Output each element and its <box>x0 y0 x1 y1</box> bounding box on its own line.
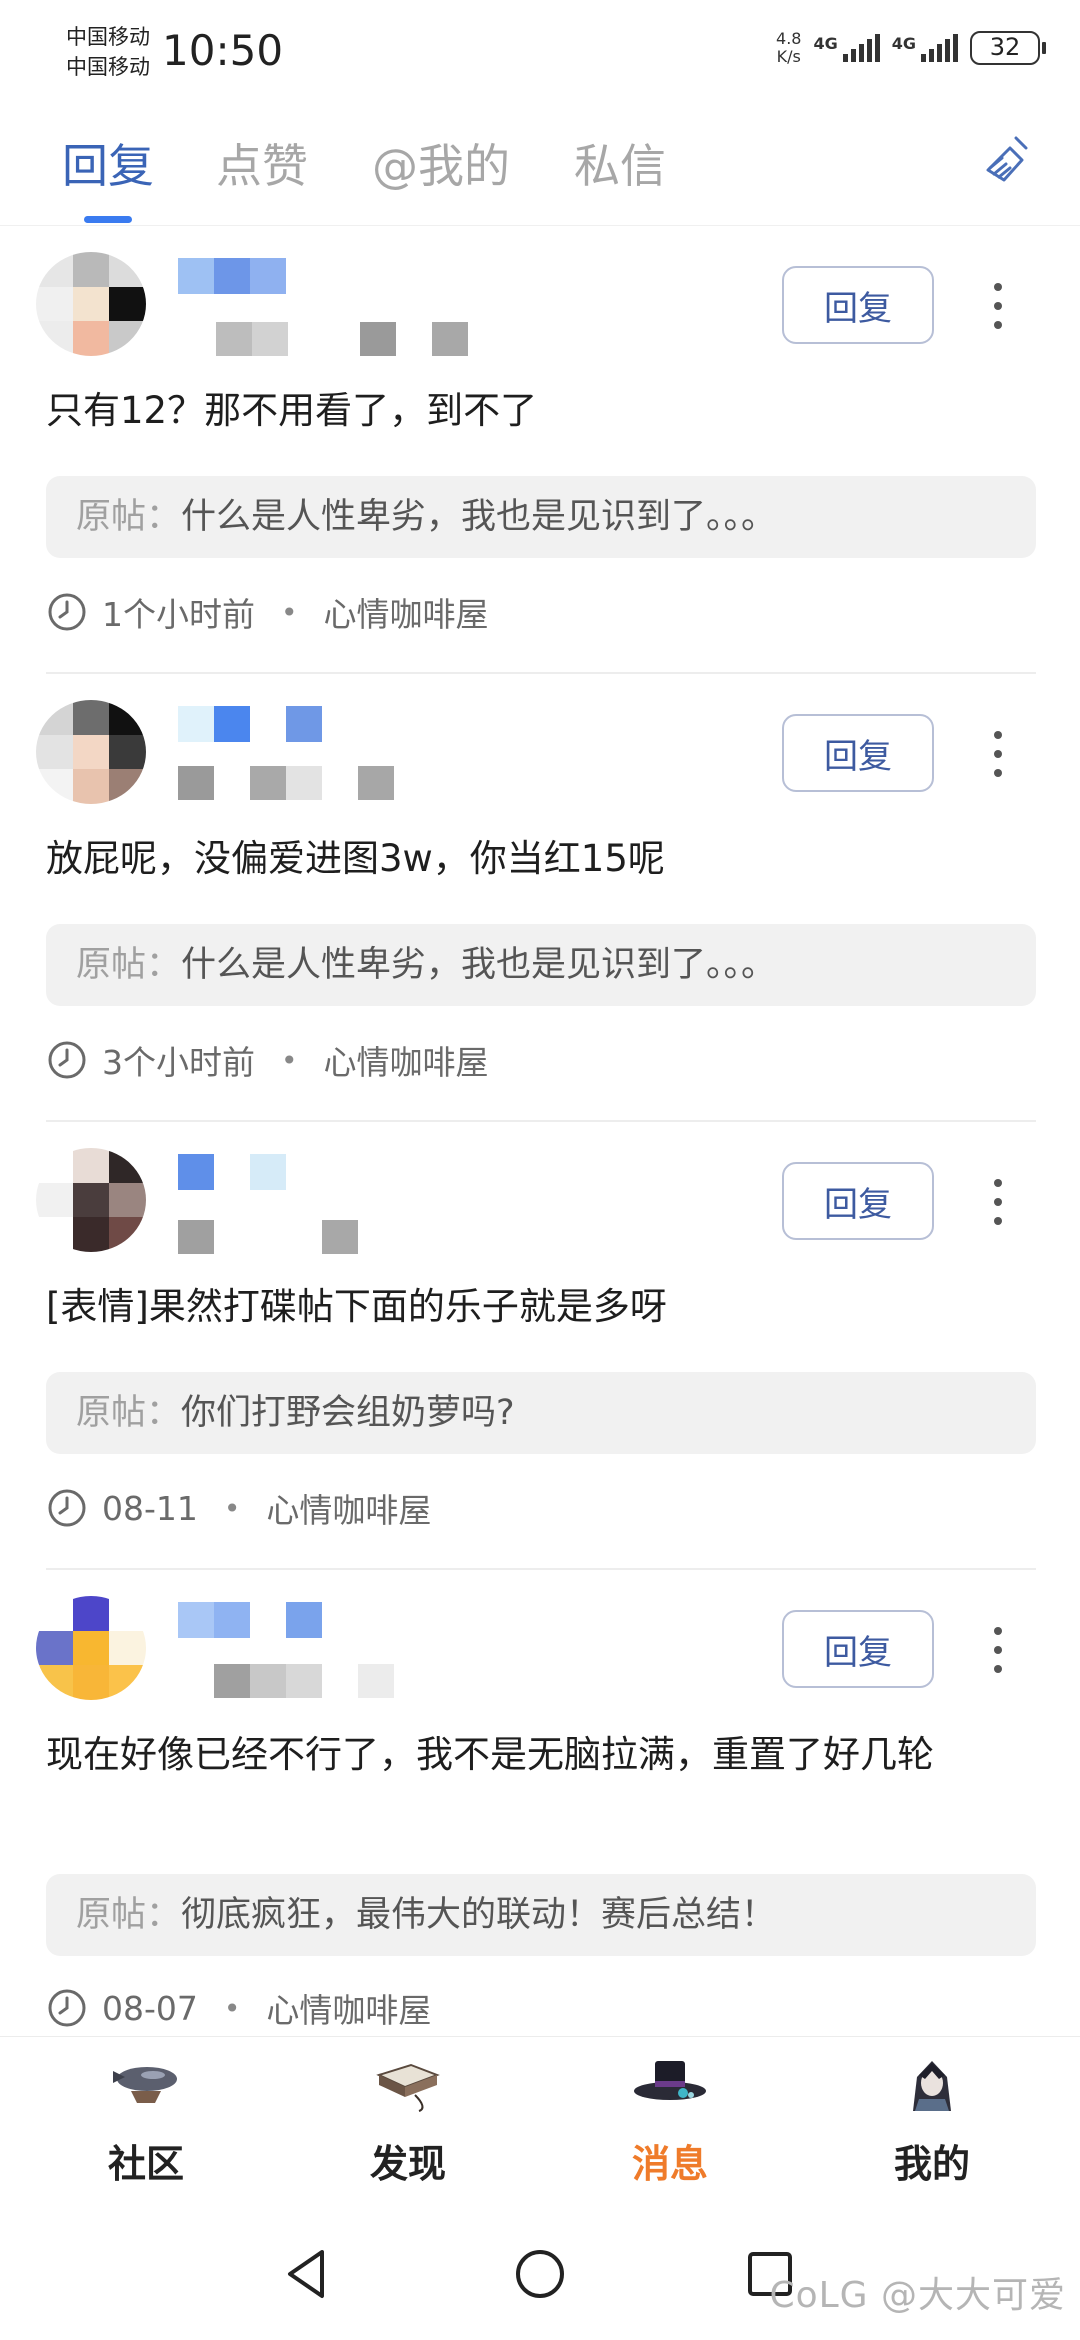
home-icon[interactable] <box>508 2242 572 2306</box>
reply-footer: 3个小时前 • 心情咖啡屋 <box>46 1036 489 1084</box>
status-bar: 中国移动 中国移动 10:50 4.8 K/s 4G 4G 32 <box>0 0 1080 108</box>
reply-item[interactable]: 回复 现在好像已经不行了，我不是无脑拉满，重置了好几轮 原帖：彻底疯狂，最伟大的… <box>0 1570 1080 2036</box>
more-options-icon[interactable] <box>978 718 1018 790</box>
broom-icon[interactable] <box>976 130 1040 194</box>
user-meta-blurred <box>214 1664 394 1698</box>
reply-content: 只有12？那不用看了，到不了 <box>46 389 538 432</box>
reply-button[interactable]: 回复 <box>782 1610 934 1688</box>
avatar[interactable] <box>36 252 146 356</box>
clock-icon <box>48 1041 86 1079</box>
reply-footer: 08-07 • 心情咖啡屋 <box>46 1984 431 2032</box>
back-icon[interactable] <box>276 2242 340 2306</box>
signal-1-icon: 4G <box>813 34 880 62</box>
character-avatar-icon <box>913 2061 951 2111</box>
reply-list: 回复 只有12？那不用看了，到不了 原帖：什么是人性卑劣，我也是见识到了。。。 … <box>0 226 1080 2036</box>
forum-name[interactable]: 心情咖啡屋 <box>324 1036 489 1084</box>
nav-discover[interactable]: 发现 <box>328 2053 488 2188</box>
clock-icon <box>48 593 86 631</box>
reply-button[interactable]: 回复 <box>782 714 934 792</box>
original-post[interactable]: 原帖：什么是人性卑劣，我也是见识到了。。。 <box>46 924 1036 1006</box>
user-meta-blurred <box>216 322 468 356</box>
avatar[interactable] <box>36 700 146 804</box>
clock-icon <box>48 1989 86 2027</box>
reply-content: 放屁呢，没偏爱进图3w，你当红15呢 <box>46 837 665 880</box>
reply-button[interactable]: 回复 <box>782 266 934 344</box>
carrier-1: 中国移动 <box>66 25 150 49</box>
username-blurred[interactable] <box>178 1602 322 1638</box>
net-speed: 4.8 K/s <box>776 29 802 66</box>
forum-name[interactable]: 心情咖啡屋 <box>266 1984 431 2032</box>
signal-2-icon: 4G <box>892 34 958 62</box>
reply-item[interactable]: 回复 放屁呢，没偏爱进图3w，你当红15呢 原帖：什么是人性卑劣，我也是见识到了… <box>0 674 1080 1124</box>
battery-icon: 32 <box>970 31 1046 65</box>
active-tab-indicator <box>84 216 132 223</box>
user-meta-blurred <box>178 766 394 800</box>
avatar[interactable] <box>36 1148 146 1252</box>
nav-mine[interactable]: 我的 <box>852 2053 1012 2188</box>
reply-time: 3个小时前 <box>102 1043 255 1082</box>
reply-item[interactable]: 回复 [表情]果然打碟帖下面的乐子就是多呀 原帖：你们打野会组奶萝吗? 08-1… <box>0 1122 1080 1572</box>
reply-item[interactable]: 回复 只有12？那不用看了，到不了 原帖：什么是人性卑劣，我也是见识到了。。。 … <box>0 226 1080 676</box>
original-post[interactable]: 原帖：什么是人性卑劣，我也是见识到了。。。 <box>46 476 1036 558</box>
tab-mention[interactable]: @我的 <box>372 130 510 196</box>
carrier-info: 中国移动 中国移动 <box>66 22 150 82</box>
reply-time: 1个小时前 <box>102 595 255 634</box>
nav-community[interactable]: 社区 <box>66 2053 226 2188</box>
more-options-icon[interactable] <box>978 1166 1018 1238</box>
book-icon <box>376 2063 440 2112</box>
clock-icon <box>48 1489 86 1527</box>
system-nav-bar: CoLG @大大可爱 <box>0 2206 1080 2340</box>
reply-footer: 08-11 • 心情咖啡屋 <box>46 1484 431 1532</box>
status-time: 10:50 <box>162 26 284 75</box>
more-options-icon[interactable] <box>978 270 1018 342</box>
reply-time: 08-11 <box>102 1488 198 1528</box>
more-options-icon[interactable] <box>978 1614 1018 1686</box>
status-indicators: 4.8 K/s 4G 4G 32 <box>776 29 1046 66</box>
airship-icon <box>113 2067 177 2103</box>
tab-like[interactable]: 点赞 <box>216 130 308 196</box>
forum-name[interactable]: 心情咖啡屋 <box>324 588 489 636</box>
avatar[interactable] <box>36 1596 146 1700</box>
reply-button[interactable]: 回复 <box>782 1162 934 1240</box>
username-blurred[interactable] <box>178 1154 286 1190</box>
top-hat-icon <box>634 2061 706 2100</box>
message-tabs: 回复 点赞 @我的 私信 <box>0 108 1080 226</box>
tab-reply[interactable]: 回复 <box>62 130 154 196</box>
original-post[interactable]: 原帖：你们打野会组奶萝吗? <box>46 1372 1036 1454</box>
tab-message[interactable]: 私信 <box>574 130 666 196</box>
nav-messages[interactable]: 消息 <box>590 2053 750 2188</box>
user-meta-blurred <box>178 1220 358 1254</box>
carrier-2: 中国移动 <box>66 55 150 79</box>
original-post[interactable]: 原帖：彻底疯狂，最伟大的联动！赛后总结！ <box>46 1874 1036 1956</box>
reply-footer: 1个小时前 • 心情咖啡屋 <box>46 588 489 636</box>
username-blurred[interactable] <box>178 706 322 742</box>
forum-name[interactable]: 心情咖啡屋 <box>266 1484 431 1532</box>
reply-content: [表情]果然打碟帖下面的乐子就是多呀 <box>46 1285 667 1328</box>
reply-content: 现在好像已经不行了，我不是无脑拉满，重置了好几轮 <box>46 1733 934 1776</box>
bottom-nav: 社区 发现 消息 我的 <box>0 2036 1080 2206</box>
username-blurred[interactable] <box>178 258 286 294</box>
watermark: CoLG @大大可爱 <box>769 2275 1066 2316</box>
reply-time: 08-07 <box>102 1988 198 2028</box>
